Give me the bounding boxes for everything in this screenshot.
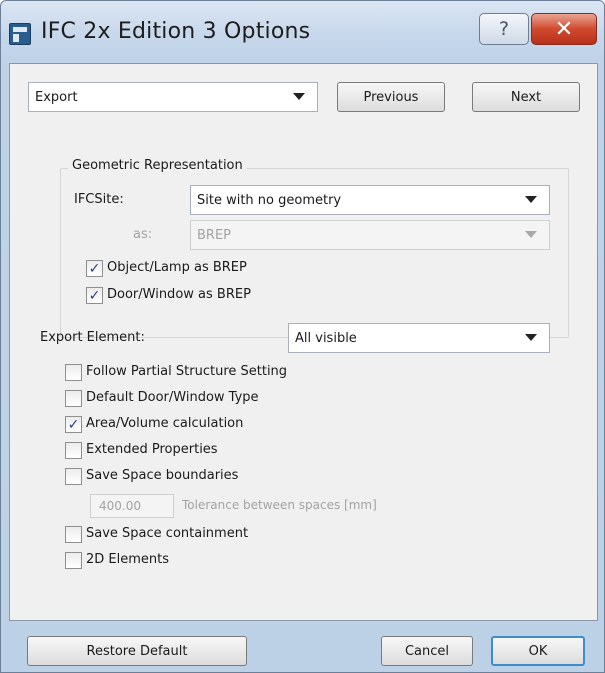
dialog-window: IFC 2x Edition 3 Options ? ✕ Export Prev… [0, 0, 605, 673]
chevron-down-icon [525, 196, 537, 203]
door-window-brep-checkbox[interactable]: ✓ [86, 287, 103, 304]
door-window-brep-label: Door/Window as BREP [107, 287, 251, 302]
save-space-boundaries-checkbox[interactable] [65, 468, 82, 485]
follow-partial-structure-checkbox[interactable] [65, 364, 82, 381]
export-element-value: All visible [295, 330, 357, 346]
check-icon: ✓ [88, 287, 101, 304]
chevron-down-icon [525, 231, 537, 238]
window-title: IFC 2x Edition 3 Options [41, 19, 311, 44]
extended-properties-label: Extended Properties [86, 442, 218, 457]
ifcsite-value: Site with no geometry [197, 192, 342, 208]
as-value: BREP [197, 227, 232, 243]
tolerance-input[interactable]: 400.00 [90, 494, 174, 518]
title-bar: IFC 2x Edition 3 Options ? ✕ [1, 1, 604, 63]
chevron-down-icon [525, 334, 537, 341]
save-space-boundaries-label: Save Space boundaries [86, 468, 239, 483]
help-icon: ? [498, 18, 510, 40]
object-lamp-brep-label: Object/Lamp as BREP [107, 260, 247, 275]
export-element-dropdown[interactable]: All visible [288, 323, 550, 353]
help-button[interactable]: ? [479, 13, 529, 45]
save-space-containment-label: Save Space containment [86, 526, 249, 541]
ifcsite-dropdown[interactable]: Site with no geometry [190, 185, 550, 215]
cancel-button[interactable]: Cancel [381, 636, 473, 666]
ifcsite-label: IFCSite: [74, 192, 124, 207]
save-space-containment-checkbox[interactable] [65, 526, 82, 543]
export-element-label: Export Element: [40, 330, 145, 345]
restore-default-button[interactable]: Restore Default [27, 636, 247, 666]
app-icon [9, 23, 31, 45]
close-icon: ✕ [554, 16, 574, 42]
chevron-down-icon [293, 93, 305, 100]
mode-dropdown[interactable]: Export [28, 82, 318, 112]
check-icon: ✓ [67, 416, 80, 433]
mode-value: Export [35, 89, 78, 105]
ok-button[interactable]: OK [491, 636, 585, 666]
as-label: as: [133, 227, 153, 242]
area-volume-calculation-label: Area/Volume calculation [86, 416, 244, 431]
default-door-window-type-checkbox[interactable] [65, 390, 82, 407]
tolerance-label: Tolerance between spaces [mm] [182, 498, 377, 512]
area-volume-calculation-checkbox[interactable]: ✓ [65, 416, 82, 433]
default-door-window-type-label: Default Door/Window Type [86, 390, 259, 405]
next-button[interactable]: Next [472, 82, 580, 112]
follow-partial-structure-label: Follow Partial Structure Setting [86, 364, 288, 379]
2d-elements-label: 2D Elements [86, 552, 170, 567]
group-title: Geometric Representation [68, 158, 247, 173]
previous-button[interactable]: Previous [337, 82, 445, 112]
check-icon: ✓ [88, 260, 101, 277]
as-dropdown[interactable]: BREP [190, 220, 550, 250]
extended-properties-checkbox[interactable] [65, 442, 82, 459]
dialog-body: Export Previous Next Geometric Represent… [9, 63, 598, 621]
close-button[interactable]: ✕ [531, 13, 597, 45]
2d-elements-checkbox[interactable] [65, 552, 82, 569]
object-lamp-brep-checkbox[interactable]: ✓ [86, 260, 103, 277]
